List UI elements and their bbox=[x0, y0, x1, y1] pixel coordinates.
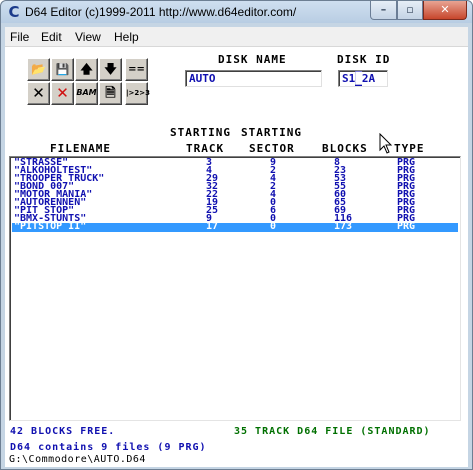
table-row[interactable]: "AUTORENNEN" 19 0 65 PRG bbox=[12, 198, 458, 208]
cell-filename: "PITSTOP II" bbox=[14, 221, 87, 232]
cell-track: 17 bbox=[206, 221, 219, 232]
toolbar: 📂 💾 🡅 🡇 == ✕ ✕ BAM 🗎 |>2>3 bbox=[27, 58, 151, 106]
table-row[interactable]: "TROOPER TRUCK" 29 4 53 PRG bbox=[12, 174, 458, 184]
bam-icon[interactable]: BAM bbox=[75, 82, 98, 105]
app-window: C D64 Editor (c)1999-2011 http://www.d64… bbox=[0, 0, 473, 470]
editor-panel: 📂 💾 🡅 🡇 == ✕ ✕ BAM 🗎 |>2>3 DISK NAME DIS… bbox=[5, 48, 468, 467]
menu-file[interactable]: File bbox=[10, 30, 29, 44]
menu-bar: File Edit View Help bbox=[5, 27, 468, 47]
blocks-column-header: BLOCKS bbox=[322, 142, 368, 155]
cancel-icon[interactable]: ✕ bbox=[27, 82, 50, 105]
separator-entry-icon[interactable]: == bbox=[125, 58, 148, 81]
file-path-bar: G:\Commodore\AUTO.D64 bbox=[5, 451, 468, 467]
disk-id-prefix: S1 bbox=[342, 72, 356, 85]
cell-blocks: 173 bbox=[334, 221, 353, 232]
mouse-pointer-icon bbox=[379, 133, 393, 154]
disk-name-input[interactable]: AUTO bbox=[185, 70, 322, 87]
disk-id-input[interactable]: S1█2A bbox=[338, 70, 388, 87]
delete-icon[interactable]: ✕ bbox=[51, 82, 74, 105]
close-button[interactable]: ✕ bbox=[423, 1, 467, 20]
disk-format-status: 35 TRACK D64 FILE (STANDARD) bbox=[234, 426, 431, 437]
filename-column-header: FILENAME bbox=[50, 142, 111, 155]
convert-icon[interactable]: |>2>3 bbox=[125, 82, 150, 105]
window-title: D64 Editor (c)1999-2011 http://www.d64ed… bbox=[25, 5, 297, 19]
cell-sector: 0 bbox=[270, 221, 277, 232]
menu-view[interactable]: View bbox=[75, 30, 101, 44]
file-list[interactable]: "STRASSE" 3 9 8 PRG "ALKOHOLTEST" 4 2 23 PRG "TROO… bbox=[9, 156, 461, 421]
minimize-button[interactable]: – bbox=[370, 1, 397, 20]
starting-track-header-top: STARTING bbox=[170, 126, 231, 139]
save-icon[interactable]: 💾 bbox=[51, 58, 74, 81]
blocks-free-status: 42 BLOCKS FREE. bbox=[10, 426, 116, 437]
text-cursor: █ bbox=[355, 71, 362, 86]
type-column-header: TYPE bbox=[394, 142, 425, 155]
document-icon[interactable]: 🗎 bbox=[99, 82, 122, 105]
sector-column-header: SECTOR bbox=[249, 142, 295, 155]
menu-edit[interactable]: Edit bbox=[41, 30, 62, 44]
track-column-header: TRACK bbox=[186, 142, 225, 155]
client-area: File Edit View Help 📂 💾 🡅 🡇 == ✕ ✕ BAM 🗎… bbox=[5, 27, 468, 467]
starting-sector-header-top: STARTING bbox=[241, 126, 302, 139]
disk-id-suffix: 2A bbox=[361, 72, 376, 85]
menu-help[interactable]: Help bbox=[114, 30, 139, 44]
disk-id-label: DISK ID bbox=[337, 53, 391, 66]
move-up-icon[interactable]: 🡅 bbox=[75, 58, 98, 81]
cell-type: PRG bbox=[397, 221, 416, 232]
title-bar[interactable]: C D64 Editor (c)1999-2011 http://www.d64… bbox=[1, 1, 472, 23]
move-down-icon[interactable]: 🡇 bbox=[99, 58, 122, 81]
open-icon[interactable]: 📂 bbox=[27, 58, 50, 81]
maximize-button[interactable]: ▫ bbox=[397, 1, 423, 20]
commodore-logo-icon: C bbox=[8, 3, 20, 21]
disk-name-label: DISK NAME bbox=[218, 53, 287, 66]
table-row-selected[interactable]: "PITSTOP II" 17 0 173 PRG bbox=[12, 221, 458, 232]
